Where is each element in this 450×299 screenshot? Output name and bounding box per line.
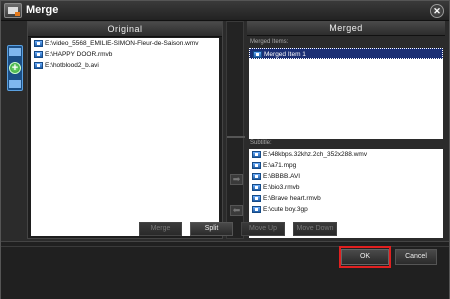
video-file-icon (252, 151, 261, 158)
merged-items-label: Merged Items: (250, 39, 289, 45)
list-item-label: E:\a71.mpg (263, 162, 297, 169)
list-item-label: E:\Brave heart.rmvb (263, 195, 321, 202)
original-panel: Original E:\video_5568_EMILIE-SIMON-Fleu… (27, 21, 223, 239)
video-file-icon (252, 184, 261, 191)
video-file-icon (252, 173, 261, 180)
video-file-icon (252, 195, 261, 202)
merged-items-list[interactable]: Merged Item 1 (249, 48, 443, 139)
split-button[interactable]: Split (190, 222, 233, 236)
list-item-label: E:\48kbps.32khz.2ch_352x288.wmv (263, 151, 368, 158)
list-item[interactable]: Merged Item 1 (249, 48, 443, 59)
list-item[interactable]: E:\video_5568_EMILIE-SIMON-Fleur-de-Sais… (31, 38, 219, 49)
list-item[interactable]: E:\48kbps.32khz.2ch_352x288.wmv (249, 149, 443, 160)
window-title: Merge (26, 4, 59, 16)
list-item-label: Merged Item 1 (264, 51, 306, 58)
close-button[interactable]: ✕ (430, 4, 444, 18)
add-icon[interactable]: + (9, 62, 21, 74)
arrow-left-icon[interactable]: ⬅ (230, 205, 243, 216)
list-item-label: E:\hotblood2_b.avi (45, 62, 99, 69)
list-item-label: E:\cute boy.3gp (263, 206, 308, 213)
subtitle-label: Subtitle: (250, 140, 272, 146)
list-item[interactable]: E:\Brave heart.rmvb (249, 193, 443, 204)
list-item-label: E:\video_5568_EMILIE-SIMON-Fleur-de-Sais… (45, 40, 199, 47)
add-file-strip[interactable]: + (7, 45, 23, 91)
list-item[interactable]: E:\BBBB.AVI (249, 171, 443, 182)
list-item[interactable]: E:\HAPPY DOOR.rmvb (31, 49, 219, 60)
video-file-icon (34, 51, 43, 58)
merged-panel: Merged Merged Items: Merged Item 1 Subti… (247, 21, 445, 239)
list-item-label: E:\HAPPY DOOR.rmvb (45, 51, 113, 58)
cancel-button[interactable]: Cancel (395, 249, 437, 265)
list-item-label: E:\BBBB.AVI (263, 173, 301, 180)
original-header: Original (28, 22, 222, 37)
divider (227, 136, 245, 138)
list-item[interactable]: E:\hotblood2_b.avi (31, 60, 219, 71)
video-file-icon (252, 162, 261, 169)
merge-dialog: Merge ✕ + Original E:\video_5568_EMILIE-… (0, 0, 450, 299)
list-item[interactable]: E:\a71.mpg (249, 160, 443, 171)
video-file-icon (252, 206, 261, 213)
title-bar: Merge ✕ (1, 1, 449, 21)
move-up-button[interactable]: Move Up (241, 222, 285, 236)
move-down-button[interactable]: Move Down (293, 222, 337, 236)
original-list[interactable]: E:\video_5568_EMILIE-SIMON-Fleur-de-Sais… (31, 38, 219, 236)
film-icon (9, 80, 21, 88)
list-item[interactable]: E:\cute boy.3gp (249, 204, 443, 215)
list-item-label: E:\bio3.rmvb (263, 184, 300, 191)
video-file-icon (34, 62, 43, 69)
video-file-icon (34, 40, 43, 47)
app-icon (4, 3, 22, 18)
transfer-column: ➡ ⬅ (226, 21, 245, 239)
film-icon (9, 48, 21, 56)
merged-header: Merged (247, 21, 445, 36)
arrow-right-icon[interactable]: ➡ (230, 174, 243, 185)
list-item[interactable]: E:\bio3.rmvb (249, 182, 443, 193)
merge-button[interactable]: Merge (139, 222, 182, 236)
merged-item-icon (253, 51, 262, 58)
ok-button[interactable]: OK (341, 249, 389, 265)
